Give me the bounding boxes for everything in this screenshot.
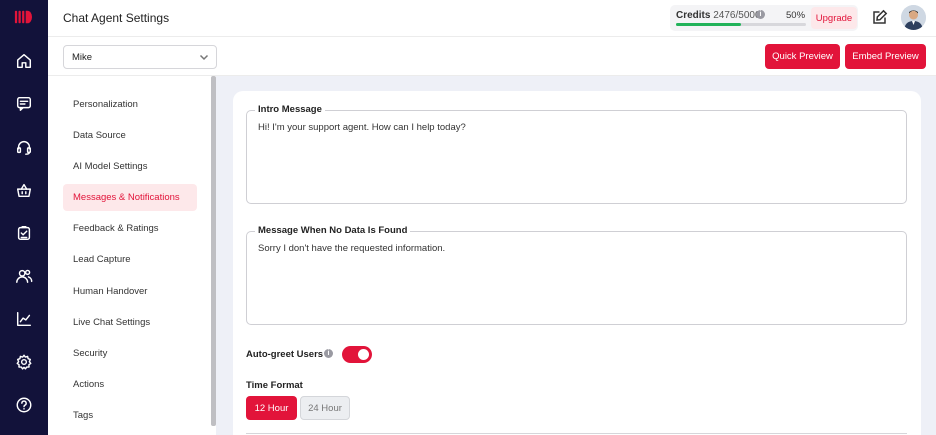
credits-progress-bar bbox=[676, 23, 806, 26]
settings-menu: Personalization Data Source AI Model Set… bbox=[48, 76, 216, 435]
edit-icon[interactable] bbox=[872, 9, 890, 27]
intro-message-field[interactable]: Intro Message Hi! I'm your support agent… bbox=[246, 104, 907, 204]
agent-select-value: Mike bbox=[72, 52, 93, 63]
help-icon[interactable] bbox=[14, 395, 34, 415]
credits-label: Credits 2476/5000 bbox=[676, 10, 761, 21]
no-data-message-label: Message When No Data Is Found bbox=[255, 225, 411, 236]
intro-message-text: Hi! I'm your support agent. How can I he… bbox=[258, 122, 466, 133]
menu-item-data-source[interactable]: Data Source bbox=[63, 122, 197, 149]
icon-rail bbox=[0, 0, 48, 435]
chevron-down-icon bbox=[199, 52, 209, 62]
toggle-knob bbox=[358, 349, 369, 360]
basket-icon[interactable] bbox=[14, 180, 34, 200]
intro-message-label: Intro Message bbox=[255, 104, 325, 115]
credits-label-text: Credits bbox=[676, 10, 711, 21]
menu-item-live-chat-settings[interactable]: Live Chat Settings bbox=[63, 309, 197, 336]
embed-preview-button[interactable]: Embed Preview bbox=[845, 44, 926, 69]
menu-item-feedback-ratings[interactable]: Feedback & Ratings bbox=[63, 215, 197, 242]
analytics-icon[interactable] bbox=[14, 309, 34, 329]
page-title: Chat Agent Settings bbox=[63, 11, 170, 25]
time-format-24-hour-button[interactable]: 24 Hour bbox=[300, 396, 350, 420]
menu-item-lead-capture[interactable]: Lead Capture bbox=[63, 246, 197, 273]
menu-item-human-handover[interactable]: Human Handover bbox=[63, 278, 197, 305]
no-data-message-field[interactable]: Message When No Data Is Found Sorry I do… bbox=[246, 225, 907, 325]
headset-icon[interactable] bbox=[14, 137, 34, 157]
chat-icon[interactable] bbox=[14, 94, 34, 114]
credits-widget: Credits 2476/5000 i 50% Upgrade bbox=[670, 5, 858, 31]
tasks-icon[interactable] bbox=[14, 223, 34, 243]
credits-progress-fill bbox=[676, 23, 741, 26]
logo-icon[interactable] bbox=[14, 8, 34, 28]
menu-item-security[interactable]: Security bbox=[63, 340, 197, 367]
menu-item-personalization[interactable]: Personalization bbox=[63, 91, 197, 118]
credits-percent: 50% bbox=[786, 10, 806, 21]
menu-item-actions[interactable]: Actions bbox=[63, 371, 197, 398]
divider bbox=[246, 433, 907, 434]
menu-item-tags[interactable]: Tags bbox=[63, 402, 197, 429]
auto-greet-toggle[interactable] bbox=[342, 346, 372, 363]
agent-select[interactable]: Mike bbox=[63, 45, 217, 69]
sub-toolbar: Mike Quick Preview Embed Preview bbox=[48, 37, 936, 76]
no-data-message-text: Sorry I don't have the requested informa… bbox=[258, 243, 446, 254]
auto-greet-label: Auto-greet Users bbox=[246, 349, 324, 360]
home-icon[interactable] bbox=[14, 51, 34, 71]
menu-item-ai-model-settings[interactable]: AI Model Settings bbox=[63, 153, 197, 180]
avatar[interactable] bbox=[901, 5, 926, 30]
time-format-label: Time Format bbox=[246, 380, 303, 391]
credits-count: 2476/5000 bbox=[713, 10, 761, 21]
settings-icon[interactable] bbox=[14, 352, 34, 372]
info-icon[interactable]: i bbox=[324, 349, 333, 358]
users-icon[interactable] bbox=[14, 266, 34, 286]
top-header: Chat Agent Settings Credits 2476/5000 i … bbox=[48, 0, 936, 37]
menu-item-messages-notifications[interactable]: Messages & Notifications bbox=[63, 184, 197, 211]
time-format-12-hour-button[interactable]: 12 Hour bbox=[246, 396, 297, 420]
info-icon[interactable]: i bbox=[756, 10, 765, 19]
upgrade-button[interactable]: Upgrade bbox=[811, 7, 857, 29]
quick-preview-button[interactable]: Quick Preview bbox=[765, 44, 840, 69]
